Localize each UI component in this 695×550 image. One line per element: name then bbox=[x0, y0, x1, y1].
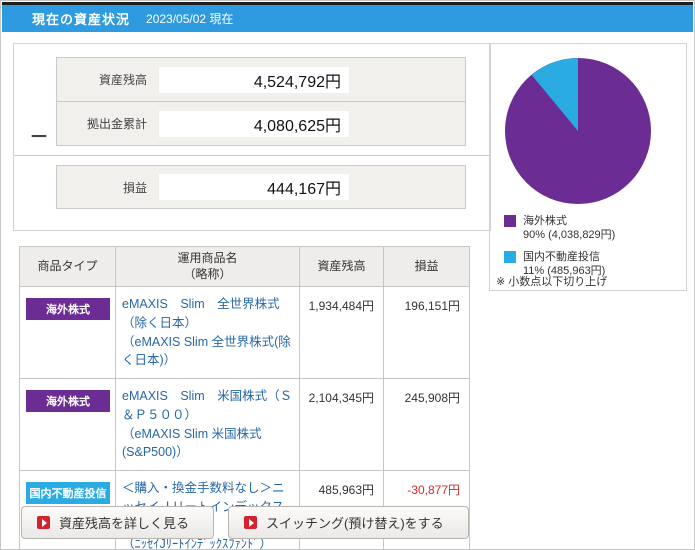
product-type-badge: 国内不動産投信 bbox=[26, 482, 110, 505]
switching-label: スイッチング(預け替え)をする bbox=[266, 516, 444, 531]
table-row: 海外株式 eMAXIS Slim 全世界株式（除く日本） （eMAXIS Sli… bbox=[19, 286, 470, 380]
allocation-chart-panel: 海外株式 90% (4,038,829円) 国内不動産投信 11% (485,9… bbox=[489, 43, 687, 291]
allocation-pie-chart bbox=[505, 58, 651, 204]
legend-swatch-purple-icon bbox=[504, 215, 516, 227]
product-type-badge: 海外株式 bbox=[26, 298, 110, 321]
contribution-total-value: 4,080,625円 bbox=[159, 110, 349, 137]
asset-status-page: 現在の資産状況 2023/05/02 現在 資産残高 4,524,792円 拠出… bbox=[0, 0, 695, 550]
legend-label: 国内不動産投信 bbox=[523, 250, 600, 263]
contribution-total-label: 拠出金累計 bbox=[86, 117, 147, 131]
product-type-badge: 海外株式 bbox=[26, 390, 110, 413]
legend-value: 90% (4,038,829円) bbox=[523, 229, 616, 242]
as-of-date: 2023/05/02 現在 bbox=[146, 12, 234, 26]
balance-formula-panel: 資産残高 4,524,792円 拠出金累計 4,080,625円 − 損益 44… bbox=[13, 43, 491, 231]
view-balance-detail-label: 資産残高を詳しく見る bbox=[59, 516, 190, 531]
asset-balance-label: 資産残高 bbox=[98, 73, 147, 87]
balance-contribution-box: 資産残高 4,524,792円 拠出金累計 4,080,625円 bbox=[56, 57, 466, 146]
product-name-cell: eMAXIS Slim 全世界株式（除く日本） （eMAXIS Slim 全世界… bbox=[115, 286, 300, 380]
product-name-cell: eMAXIS Slim 米国株式（Ｓ＆Ｐ５００） （eMAXIS Slim 米国… bbox=[115, 378, 300, 472]
rounding-note: ※ 小数点以下切り上げ bbox=[496, 276, 608, 288]
asset-balance-value: 4,524,792円 bbox=[159, 66, 349, 93]
legend-item-overseas-equity: 海外株式 90% (4,038,829円) bbox=[504, 214, 615, 243]
section-title-bar: 現在の資産状況 2023/05/02 現在 bbox=[2, 2, 693, 32]
red-arrow-icon bbox=[37, 516, 50, 529]
asset-balance-row: 資産残高 4,524,792円 bbox=[57, 58, 465, 101]
minus-operator: − bbox=[30, 120, 48, 153]
page-title: 現在の資産状況 bbox=[32, 12, 131, 27]
table-row: 海外株式 eMAXIS Slim 米国株式（Ｓ＆Ｐ５００） （eMAXIS Sl… bbox=[19, 378, 470, 472]
balance-cell: 2,104,345円 bbox=[299, 378, 384, 472]
view-balance-detail-button[interactable]: 資産残高を詳しく見る bbox=[21, 506, 215, 539]
profit-loss-label: 損益 bbox=[122, 180, 147, 195]
col-header-profit-loss: 損益 bbox=[383, 245, 470, 288]
contribution-total-row: 拠出金累計 4,080,625円 bbox=[57, 101, 465, 145]
profit-loss-box: 損益 444,167円 bbox=[56, 165, 466, 209]
action-button-row: 資産残高を詳しく見る スイッチング(預け替え)をする bbox=[21, 506, 469, 539]
equals-divider bbox=[14, 155, 490, 156]
profit-loss-cell: 245,908円 bbox=[383, 378, 470, 472]
product-name-link[interactable]: eMAXIS Slim 全世界株式（除く日本） （eMAXIS Slim 全世界… bbox=[122, 297, 291, 367]
legend-swatch-cyan-icon bbox=[504, 250, 516, 263]
product-type-cell: 海外株式 bbox=[19, 286, 116, 380]
red-arrow-icon bbox=[244, 516, 258, 529]
balance-cell: 1,934,484円 bbox=[299, 286, 384, 380]
col-header-product-name: 運用商品名 （略称） bbox=[115, 245, 300, 288]
holdings-table: 商品タイプ 運用商品名 （略称） 資産残高 損益 海外株式 eMAXIS Sli… bbox=[19, 245, 470, 549]
switching-button[interactable]: スイッチング(預け替え)をする bbox=[228, 506, 469, 539]
col-header-balance: 資産残高 bbox=[299, 245, 384, 288]
legend-label: 海外株式 bbox=[523, 215, 567, 227]
table-header-row: 商品タイプ 運用商品名 （略称） 資産残高 損益 bbox=[19, 245, 470, 288]
col-header-product-type: 商品タイプ bbox=[19, 245, 116, 288]
profit-loss-row: 損益 444,167円 bbox=[57, 166, 465, 208]
profit-loss-cell: 196,151円 bbox=[383, 286, 470, 380]
product-type-cell: 海外株式 bbox=[19, 378, 116, 472]
profit-loss-value: 444,167円 bbox=[159, 174, 349, 200]
product-name-link[interactable]: eMAXIS Slim 米国株式（Ｓ＆Ｐ５００） （eMAXIS Slim 米国… bbox=[122, 389, 292, 459]
